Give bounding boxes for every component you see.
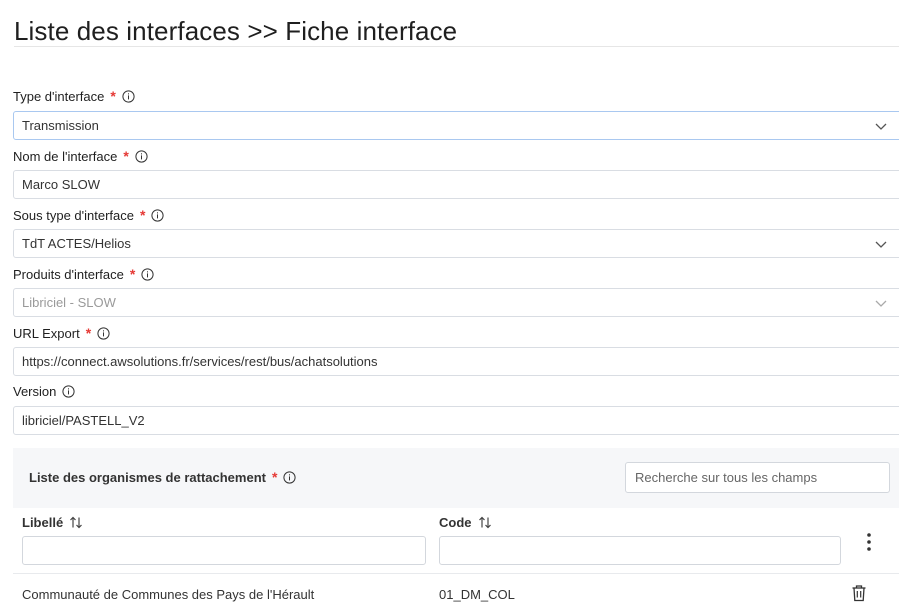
nom-interface-value: Marco SLOW [22,177,101,192]
required-asterisk: * [85,325,92,341]
url-export-value: https://connect.awsolutions.fr/services/… [22,354,378,369]
required-asterisk: * [140,207,146,223]
table-cell-libelle: Communauté de Communes des Pays de l'Hér… [22,587,315,602]
sous-type-label: Sous type d'interface * [13,207,165,223]
sous-type-select[interactable]: TdT ACTES/Helios [13,229,899,258]
nom-interface-input[interactable]: Marco SLOW [13,170,899,199]
version-label-text: Version [13,384,57,399]
url-export-label-text: URL Export [13,325,80,341]
required-asterisk: * [123,148,129,164]
info-icon[interactable] [283,470,297,484]
sous-type-value: TdT ACTES/Helios [22,236,131,251]
type-interface-label: Type d'interface * [13,88,135,104]
info-icon[interactable] [62,385,75,398]
column-header-code[interactable]: Code [439,515,492,530]
table-cell-code: 01_DM_COL [439,587,515,602]
libelle-filter-input[interactable] [22,536,426,565]
organismes-title: Liste des organismes de rattachement * [29,469,297,485]
produits-label-text: Produits d'interface [13,266,124,282]
required-asterisk: * [110,88,116,104]
url-export-label: URL Export * [13,325,110,341]
sous-type-label-text: Sous type d'interface [13,207,134,223]
chevron-down-icon [875,241,887,248]
url-export-input[interactable]: https://connect.awsolutions.fr/services/… [13,347,899,376]
row-divider [13,573,899,574]
trash-icon[interactable] [851,584,867,602]
chevron-down-icon [875,300,887,307]
global-search-input[interactable] [625,462,890,493]
column-header-libelle[interactable]: Libellé [22,515,83,530]
column-header-libelle-text: Libellé [22,515,64,530]
nom-interface-label-text: Nom de l'interface [13,148,118,164]
info-icon[interactable] [135,149,148,163]
info-icon[interactable] [141,267,154,281]
interface-form-page: Liste des interfaces >> Fiche interface … [0,0,899,614]
sort-icon [70,516,83,529]
version-value: libriciel/PASTELL_V2 [22,413,145,428]
info-icon[interactable] [151,208,165,222]
required-asterisk: * [271,469,278,485]
page-title: Liste des interfaces >> Fiche interface [14,16,458,46]
organismes-title-text: Liste des organismes de rattachement [29,469,266,485]
produits-value: Libriciel - SLOW [22,295,116,310]
produits-select[interactable]: Libriciel - SLOW [13,288,899,317]
version-label: Version [13,384,75,399]
required-asterisk: * [129,266,136,282]
title-divider [14,46,899,47]
organismes-header: Liste des organismes de rattachement * [13,448,899,508]
sort-icon [478,516,491,529]
code-filter-input[interactable] [439,536,841,565]
type-interface-select[interactable]: Transmission [13,111,899,140]
type-interface-label-text: Type d'interface [13,88,105,104]
kebab-menu-icon[interactable] [864,531,874,553]
column-header-code-text: Code [439,515,472,530]
version-input[interactable]: libriciel/PASTELL_V2 [13,406,899,435]
type-interface-value: Transmission [22,118,99,133]
produits-label: Produits d'interface * [13,266,154,282]
info-icon[interactable] [97,326,110,340]
info-icon[interactable] [122,89,135,103]
chevron-down-icon [875,123,887,130]
nom-interface-label: Nom de l'interface * [13,148,148,164]
